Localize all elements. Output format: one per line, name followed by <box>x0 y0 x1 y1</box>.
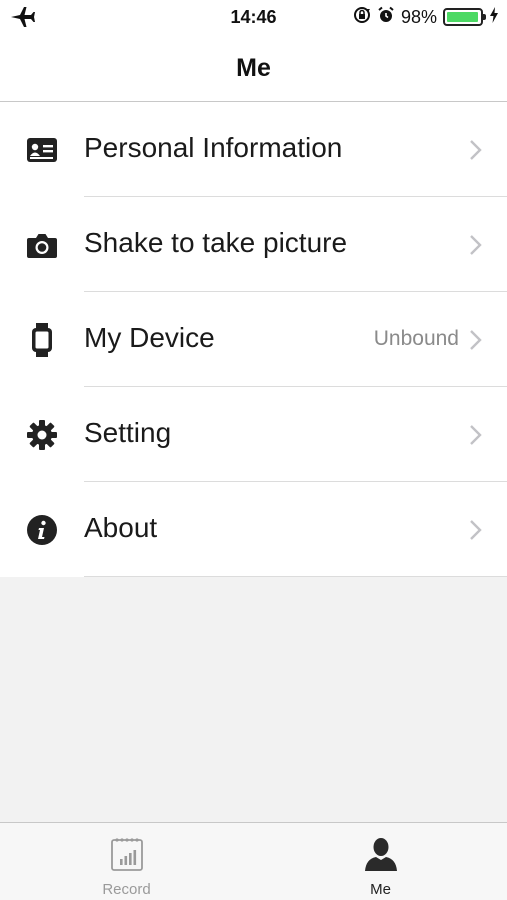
menu-item-label: Shake to take picture <box>84 227 348 258</box>
status-bar: 14:46 98% <box>0 0 507 34</box>
tab-bar: Record Me <box>0 822 507 900</box>
chevron-right-icon <box>469 329 483 351</box>
tab-record[interactable]: Record <box>0 823 253 900</box>
tab-label: Record <box>102 881 151 898</box>
tab-me[interactable]: Me <box>254 823 507 900</box>
watch-icon <box>25 323 59 357</box>
alarm-icon <box>377 6 395 29</box>
page-title: Me <box>236 54 271 82</box>
menu-item-label: Setting <box>84 417 172 448</box>
navigation-bar: Me <box>0 34 507 102</box>
chevron-right-icon <box>469 139 483 161</box>
battery-icon <box>443 8 486 26</box>
rotation-lock-icon <box>353 6 371 29</box>
camera-icon <box>25 229 59 261</box>
tab-label: Me <box>370 881 391 898</box>
info-icon <box>25 514 59 546</box>
chevron-right-icon <box>469 519 483 541</box>
chevron-right-icon <box>469 234 483 256</box>
menu-item-shake-to-take-picture[interactable]: Shake to take picture <box>0 197 507 292</box>
id-card-icon <box>25 134 59 166</box>
battery-percent: 98% <box>400 6 437 27</box>
menu-item-personal-information[interactable]: Personal Information <box>0 102 507 197</box>
menu-item-label: Personal Information <box>84 132 343 163</box>
person-icon <box>361 835 401 873</box>
settings-menu: Personal Information Shake to take pictu… <box>0 102 507 577</box>
menu-item-setting[interactable]: Setting <box>0 387 507 482</box>
record-calendar-icon <box>107 835 147 873</box>
chevron-right-icon <box>469 424 483 446</box>
menu-item-label: About <box>84 512 158 543</box>
menu-item-my-device[interactable]: My Device Unbound <box>0 292 507 387</box>
device-status-value: Unbound <box>373 327 459 350</box>
divider <box>84 576 507 577</box>
menu-item-label: My Device <box>84 322 215 353</box>
charging-icon <box>489 6 499 28</box>
menu-item-about[interactable]: About <box>0 482 507 577</box>
battery-fill <box>447 12 479 22</box>
gear-icon <box>25 419 59 451</box>
